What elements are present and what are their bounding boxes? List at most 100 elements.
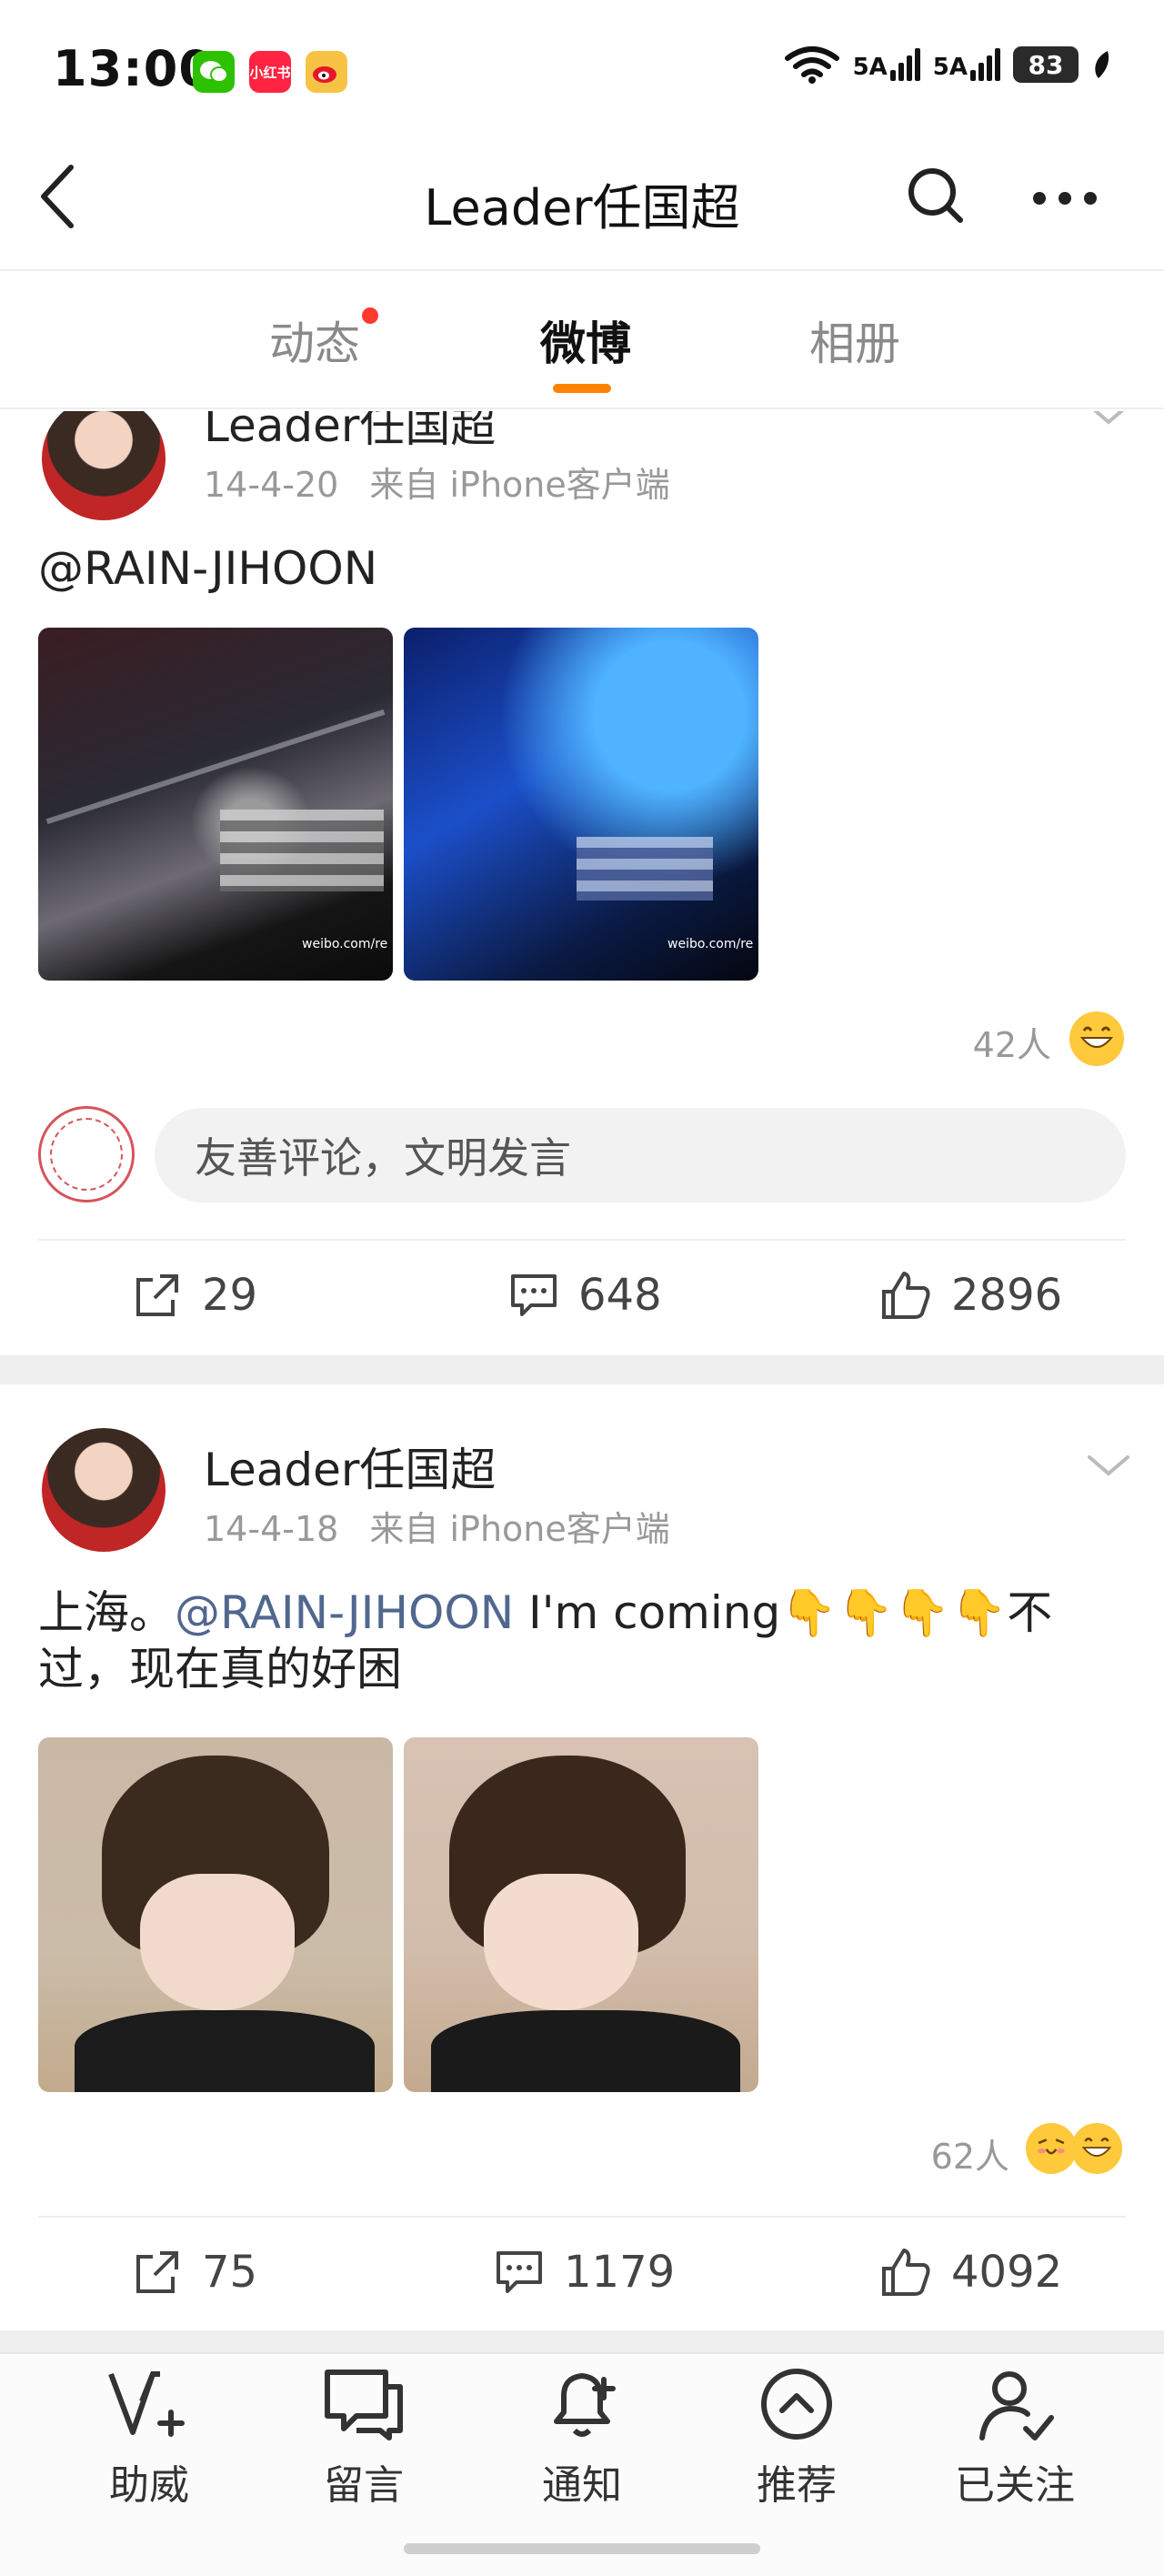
divider — [38, 2216, 1126, 2218]
stage-light-beam — [45, 709, 386, 825]
status-time: 13:00 — [53, 40, 214, 97]
nav-recommend[interactable]: 推荐 — [724, 2365, 869, 2511]
comment-button[interactable]: 1179 — [495, 2247, 675, 2298]
nav-notify-label: 通知 — [542, 2462, 622, 2509]
photo-watermark: weibo.com/re — [667, 937, 754, 951]
like-count: 2896 — [951, 1270, 1063, 1321]
stage-steps — [577, 837, 713, 901]
like-button[interactable]: 4092 — [880, 2247, 1062, 2298]
grin-emoji-icon[interactable] — [1071, 2123, 1122, 2174]
signal-2-label: 5A — [932, 54, 968, 81]
face-shape — [140, 1874, 295, 2010]
cell-signal-2: 5A — [933, 48, 1000, 81]
divider — [38, 1239, 1126, 1241]
post-photo[interactable]: weibo.com/re — [38, 628, 393, 981]
repost-button[interactable]: 75 — [133, 2247, 257, 2298]
more-dot-icon — [1059, 192, 1071, 205]
more-dot-icon — [1033, 192, 1046, 205]
nav-message-label: 留言 — [324, 2462, 404, 2509]
comment-count: 648 — [578, 1270, 662, 1321]
post-photo[interactable]: weibo.com/re — [404, 628, 758, 981]
wechat-icon — [193, 51, 235, 93]
feed-separator — [0, 1355, 1164, 1384]
recommend-icon — [761, 2369, 832, 2440]
seal-avatar-icon — [38, 1106, 135, 1202]
comment-icon — [511, 1274, 557, 1316]
post-meta: 14-4-18 来自 iPhone客户端 — [204, 1501, 670, 1551]
post-source: 来自 iPhone客户端 — [369, 1509, 670, 1549]
tab-weibo-label: 微博 — [540, 317, 631, 370]
nav-followed[interactable]: 已关注 — [942, 2365, 1088, 2511]
nav-followed-label: 已关注 — [955, 2462, 1075, 2509]
post-text-prefix: 上海。 — [38, 1586, 175, 1639]
post-card-2: Leader任国超 14-4-18 来自 iPhone客户端 上海。@RAIN-… — [0, 1384, 1164, 2330]
post-photo[interactable] — [404, 1737, 758, 2092]
post-meta: 14-4-20 来自 iPhone客户端 — [204, 457, 670, 507]
profile-tabs: 动态 微博 相册 — [0, 269, 1164, 409]
weibo-app-icon — [306, 51, 347, 93]
message-icon — [325, 2370, 403, 2440]
nav-notify[interactable]: 通知 — [509, 2365, 655, 2511]
post-card-1: Leader任国超 14-4-20 来自 iPhone客户端 @RAIN-JIH… — [0, 411, 1164, 1355]
jacket-shape — [431, 2010, 740, 2092]
chevron-down-icon[interactable] — [1086, 1452, 1131, 1479]
battery-indicator: 83 — [1013, 46, 1079, 83]
post-text: 上海。@RAIN-JIHOON I'm coming👇👇👇👇不 过，现在真的好困 — [38, 1585, 1126, 1697]
followed-user-icon — [979, 2371, 1054, 2440]
page-title: Leader任国超 — [424, 179, 740, 236]
tab-album[interactable]: 相册 — [809, 307, 900, 373]
more-button[interactable] — [1033, 182, 1097, 215]
active-tab-indicator — [553, 384, 611, 393]
comment-count: 1179 — [564, 2247, 676, 2298]
avatar[interactable] — [42, 411, 166, 520]
post-mention[interactable]: @RAIN-JIHOON — [175, 1586, 514, 1639]
tab-album-label: 相册 — [809, 317, 900, 370]
face-shape — [484, 1874, 638, 2010]
cheer-icon — [108, 2371, 185, 2437]
nav-recommend-label: 推荐 — [757, 2462, 837, 2509]
post-text-rest: I'm coming👇👇👇👇不 — [514, 1586, 1053, 1639]
nav-cheer-label: 助威 — [109, 2462, 189, 2509]
search-button[interactable] — [906, 166, 966, 226]
notification-dot — [362, 307, 378, 324]
post-author[interactable]: Leader任国超 — [204, 1434, 496, 1499]
stage-steps — [220, 810, 384, 891]
tab-weibo[interactable]: 微博 — [540, 307, 631, 373]
repost-button[interactable]: 29 — [133, 1270, 257, 1321]
grin-emoji-icon[interactable] — [1069, 1011, 1124, 1066]
nav-message[interactable]: 留言 — [291, 2365, 436, 2511]
photo-watermark: weibo.com/re — [302, 937, 388, 951]
signal-1-label: 5A — [852, 54, 888, 81]
tab-dynamics-label: 动态 — [269, 317, 360, 370]
comment-icon — [497, 2251, 542, 2293]
repost-count: 29 — [202, 1270, 258, 1321]
post-text-line2: 过，现在真的好困 — [38, 1643, 402, 1696]
reactions-count: 42人 — [972, 1025, 1051, 1065]
xiaohongshu-label: 小红书 — [249, 64, 291, 81]
share-icon — [136, 1274, 178, 1316]
comment-input[interactable]: 友善评论，文明发言 — [155, 1108, 1126, 1202]
share-icon — [136, 2251, 178, 2293]
like-button[interactable]: 2896 — [880, 1270, 1062, 1321]
post-author[interactable]: Leader任国超 — [204, 411, 496, 455]
thumbs-up-icon — [882, 1272, 930, 1319]
tab-dynamics[interactable]: 动态 — [269, 307, 378, 373]
post-date: 14-4-18 — [204, 1509, 339, 1549]
post-mention[interactable]: @RAIN-JIHOON — [38, 540, 377, 597]
xiaohongshu-icon: 小红书 — [249, 51, 291, 93]
leaf-icon — [1095, 51, 1109, 78]
avatar[interactable] — [42, 1428, 166, 1552]
nav-cheer[interactable]: 助威 — [76, 2365, 222, 2511]
comment-button[interactable]: 648 — [509, 1270, 662, 1321]
repost-count: 75 — [202, 2247, 258, 2298]
home-indicator[interactable] — [404, 2543, 760, 2554]
jacket-shape — [75, 2010, 375, 2092]
more-dot-icon — [1084, 192, 1097, 205]
post-photo[interactable] — [38, 1737, 393, 2092]
laugh-emoji-icon[interactable] — [1026, 2123, 1077, 2174]
thumbs-up-icon — [882, 2249, 930, 2296]
cell-signal-1: 5A — [853, 48, 920, 81]
wifi-icon — [784, 46, 839, 84]
like-count: 4092 — [951, 2247, 1063, 2298]
chevron-down-icon[interactable] — [1086, 411, 1131, 428]
